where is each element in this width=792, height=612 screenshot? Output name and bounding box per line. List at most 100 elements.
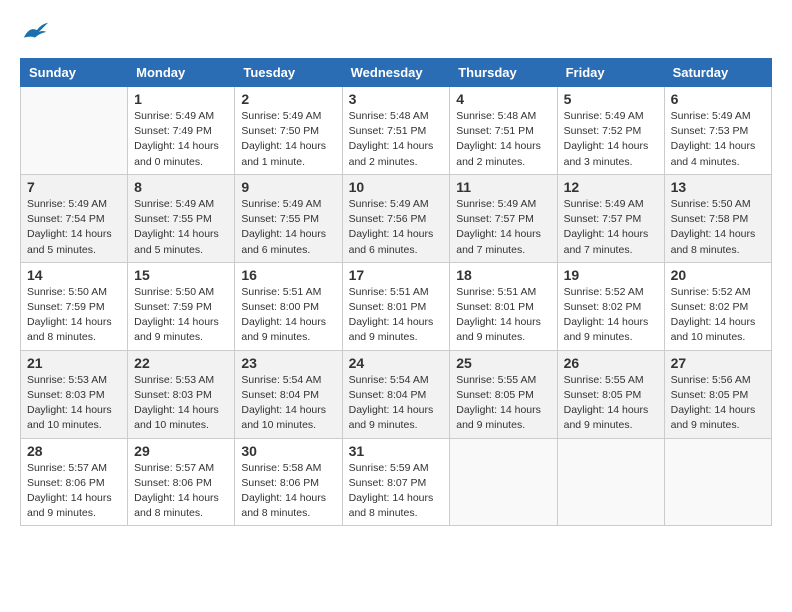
day-info: Sunrise: 5:49 AMSunset: 7:57 PMDaylight:… [456, 197, 550, 258]
day-number: 19 [564, 267, 658, 283]
calendar-day-cell: 20Sunrise: 5:52 AMSunset: 8:02 PMDayligh… [664, 262, 771, 350]
day-info: Sunrise: 5:54 AMSunset: 8:04 PMDaylight:… [349, 373, 444, 434]
day-number: 8 [134, 179, 228, 195]
weekday-header-cell: Sunday [21, 59, 128, 87]
calendar-day-cell: 12 Sunrise: 5:49 AMSunset: 7:57 PMDayligh… [557, 174, 664, 262]
day-number: 24 [349, 355, 444, 371]
calendar-day-cell: 4 Sunrise: 5:48 AMSunset: 7:51 PMDaylight… [450, 87, 557, 175]
day-number: 29 [134, 443, 228, 459]
calendar-body: 1 Sunrise: 5:49 AMSunset: 7:49 PMDaylight… [21, 87, 772, 526]
calendar-day-cell: 5 Sunrise: 5:49 AMSunset: 7:52 PMDaylight… [557, 87, 664, 175]
weekday-header-cell: Wednesday [342, 59, 450, 87]
calendar-day-cell: 29 Sunrise: 5:57 AMSunset: 8:06 PMDayligh… [128, 438, 235, 526]
weekday-header-cell: Monday [128, 59, 235, 87]
day-number: 15 [134, 267, 228, 283]
day-number: 28 [27, 443, 121, 459]
day-info: Sunrise: 5:48 AMSunset: 7:51 PMDaylight:… [456, 109, 550, 170]
day-info: Sunrise: 5:50 AMSunset: 7:58 PMDaylight:… [671, 197, 765, 258]
day-info: Sunrise: 5:50 AMSunset: 7:59 PMDaylight:… [134, 285, 228, 346]
day-number: 21 [27, 355, 121, 371]
calendar-day-cell: 23 Sunrise: 5:54 AMSunset: 8:04 PMDayligh… [235, 350, 342, 438]
day-info: Sunrise: 5:49 AMSunset: 7:49 PMDaylight:… [134, 109, 228, 170]
calendar-week-row: 1 Sunrise: 5:49 AMSunset: 7:49 PMDaylight… [21, 87, 772, 175]
day-number: 13 [671, 179, 765, 195]
day-info: Sunrise: 5:55 AMSunset: 8:05 PMDaylight:… [564, 373, 658, 434]
calendar-week-row: 14 Sunrise: 5:50 AMSunset: 7:59 PMDayligh… [21, 262, 772, 350]
calendar-day-cell [450, 438, 557, 526]
day-number: 16 [241, 267, 335, 283]
calendar-day-cell: 1 Sunrise: 5:49 AMSunset: 7:49 PMDaylight… [128, 87, 235, 175]
logo-bird-icon [22, 20, 50, 42]
day-info: Sunrise: 5:49 AMSunset: 7:55 PMDaylight:… [134, 197, 228, 258]
day-number: 23 [241, 355, 335, 371]
calendar-day-cell: 3Sunrise: 5:48 AMSunset: 7:51 PMDaylight… [342, 87, 450, 175]
day-number: 9 [241, 179, 335, 195]
day-number: 27 [671, 355, 765, 371]
day-number: 2 [241, 91, 335, 107]
day-info: Sunrise: 5:49 AMSunset: 7:52 PMDaylight:… [564, 109, 658, 170]
day-info: Sunrise: 5:51 AMSunset: 8:01 PMDaylight:… [456, 285, 550, 346]
calendar-day-cell: 31 Sunrise: 5:59 AMSunset: 8:07 PMDayligh… [342, 438, 450, 526]
day-number: 20 [671, 267, 765, 283]
calendar-day-cell: 8 Sunrise: 5:49 AMSunset: 7:55 PMDaylight… [128, 174, 235, 262]
calendar-day-cell: 28 Sunrise: 5:57 AMSunset: 8:06 PMDayligh… [21, 438, 128, 526]
day-number: 12 [564, 179, 658, 195]
day-info: Sunrise: 5:53 AMSunset: 8:03 PMDaylight:… [27, 373, 121, 434]
calendar-day-cell: 24 Sunrise: 5:54 AMSunset: 8:04 PMDayligh… [342, 350, 450, 438]
day-number: 11 [456, 179, 550, 195]
calendar-day-cell: 11 Sunrise: 5:49 AMSunset: 7:57 PMDayligh… [450, 174, 557, 262]
day-info: Sunrise: 5:50 AMSunset: 7:59 PMDaylight:… [27, 285, 121, 346]
calendar-day-cell: 16 Sunrise: 5:51 AMSunset: 8:00 PMDayligh… [235, 262, 342, 350]
calendar-day-cell: 10Sunrise: 5:49 AMSunset: 7:56 PMDayligh… [342, 174, 450, 262]
day-number: 5 [564, 91, 658, 107]
calendar-day-cell: 18 Sunrise: 5:51 AMSunset: 8:01 PMDayligh… [450, 262, 557, 350]
day-info: Sunrise: 5:51 AMSunset: 8:00 PMDaylight:… [241, 285, 335, 346]
day-info: Sunrise: 5:49 AMSunset: 7:54 PMDaylight:… [27, 197, 121, 258]
calendar-day-cell [664, 438, 771, 526]
calendar-day-cell: 21 Sunrise: 5:53 AMSunset: 8:03 PMDayligh… [21, 350, 128, 438]
calendar-day-cell: 19 Sunrise: 5:52 AMSunset: 8:02 PMDayligh… [557, 262, 664, 350]
page-header [20, 20, 772, 48]
calendar-day-cell: 22 Sunrise: 5:53 AMSunset: 8:03 PMDayligh… [128, 350, 235, 438]
day-info: Sunrise: 5:52 AMSunset: 8:02 PMDaylight:… [564, 285, 658, 346]
calendar-day-cell: 13 Sunrise: 5:50 AMSunset: 7:58 PMDayligh… [664, 174, 771, 262]
weekday-header-cell: Thursday [450, 59, 557, 87]
day-number: 26 [564, 355, 658, 371]
day-number: 1 [134, 91, 228, 107]
calendar-day-cell: 7 Sunrise: 5:49 AMSunset: 7:54 PMDaylight… [21, 174, 128, 262]
calendar-week-row: 21 Sunrise: 5:53 AMSunset: 8:03 PMDayligh… [21, 350, 772, 438]
calendar-day-cell [557, 438, 664, 526]
calendar-week-row: 28 Sunrise: 5:57 AMSunset: 8:06 PMDayligh… [21, 438, 772, 526]
calendar-day-cell: 17 Sunrise: 5:51 AMSunset: 8:01 PMDayligh… [342, 262, 450, 350]
calendar-day-cell: 14 Sunrise: 5:50 AMSunset: 7:59 PMDayligh… [21, 262, 128, 350]
day-info: Sunrise: 5:54 AMSunset: 8:04 PMDaylight:… [241, 373, 335, 434]
day-info: Sunrise: 5:55 AMSunset: 8:05 PMDaylight:… [456, 373, 550, 434]
day-number: 31 [349, 443, 444, 459]
day-info: Sunrise: 5:57 AMSunset: 8:06 PMDaylight:… [134, 461, 228, 522]
day-info: Sunrise: 5:49 AMSunset: 7:53 PMDaylight:… [671, 109, 765, 170]
day-info: Sunrise: 5:49 AMSunset: 7:50 PMDaylight:… [241, 109, 335, 170]
day-info: Sunrise: 5:49 AMSunset: 7:57 PMDaylight:… [564, 197, 658, 258]
calendar-day-cell: 15 Sunrise: 5:50 AMSunset: 7:59 PMDayligh… [128, 262, 235, 350]
day-number: 7 [27, 179, 121, 195]
day-number: 30 [241, 443, 335, 459]
day-number: 6 [671, 91, 765, 107]
day-info: Sunrise: 5:51 AMSunset: 8:01 PMDaylight:… [349, 285, 444, 346]
day-info: Sunrise: 5:57 AMSunset: 8:06 PMDaylight:… [27, 461, 121, 522]
day-number: 10 [349, 179, 444, 195]
day-info: Sunrise: 5:56 AMSunset: 8:05 PMDaylight:… [671, 373, 765, 434]
day-number: 22 [134, 355, 228, 371]
day-number: 14 [27, 267, 121, 283]
day-info: Sunrise: 5:53 AMSunset: 8:03 PMDaylight:… [134, 373, 228, 434]
day-number: 4 [456, 91, 550, 107]
calendar-day-cell: 26 Sunrise: 5:55 AMSunset: 8:05 PMDayligh… [557, 350, 664, 438]
calendar-day-cell: 25Sunrise: 5:55 AMSunset: 8:05 PMDayligh… [450, 350, 557, 438]
day-number: 17 [349, 267, 444, 283]
day-info: Sunrise: 5:49 AMSunset: 7:55 PMDaylight:… [241, 197, 335, 258]
day-number: 3 [349, 91, 444, 107]
day-number: 18 [456, 267, 550, 283]
weekday-header-cell: Friday [557, 59, 664, 87]
day-info: Sunrise: 5:59 AMSunset: 8:07 PMDaylight:… [349, 461, 444, 522]
calendar-week-row: 7 Sunrise: 5:49 AMSunset: 7:54 PMDaylight… [21, 174, 772, 262]
calendar-day-cell: 27 Sunrise: 5:56 AMSunset: 8:05 PMDayligh… [664, 350, 771, 438]
